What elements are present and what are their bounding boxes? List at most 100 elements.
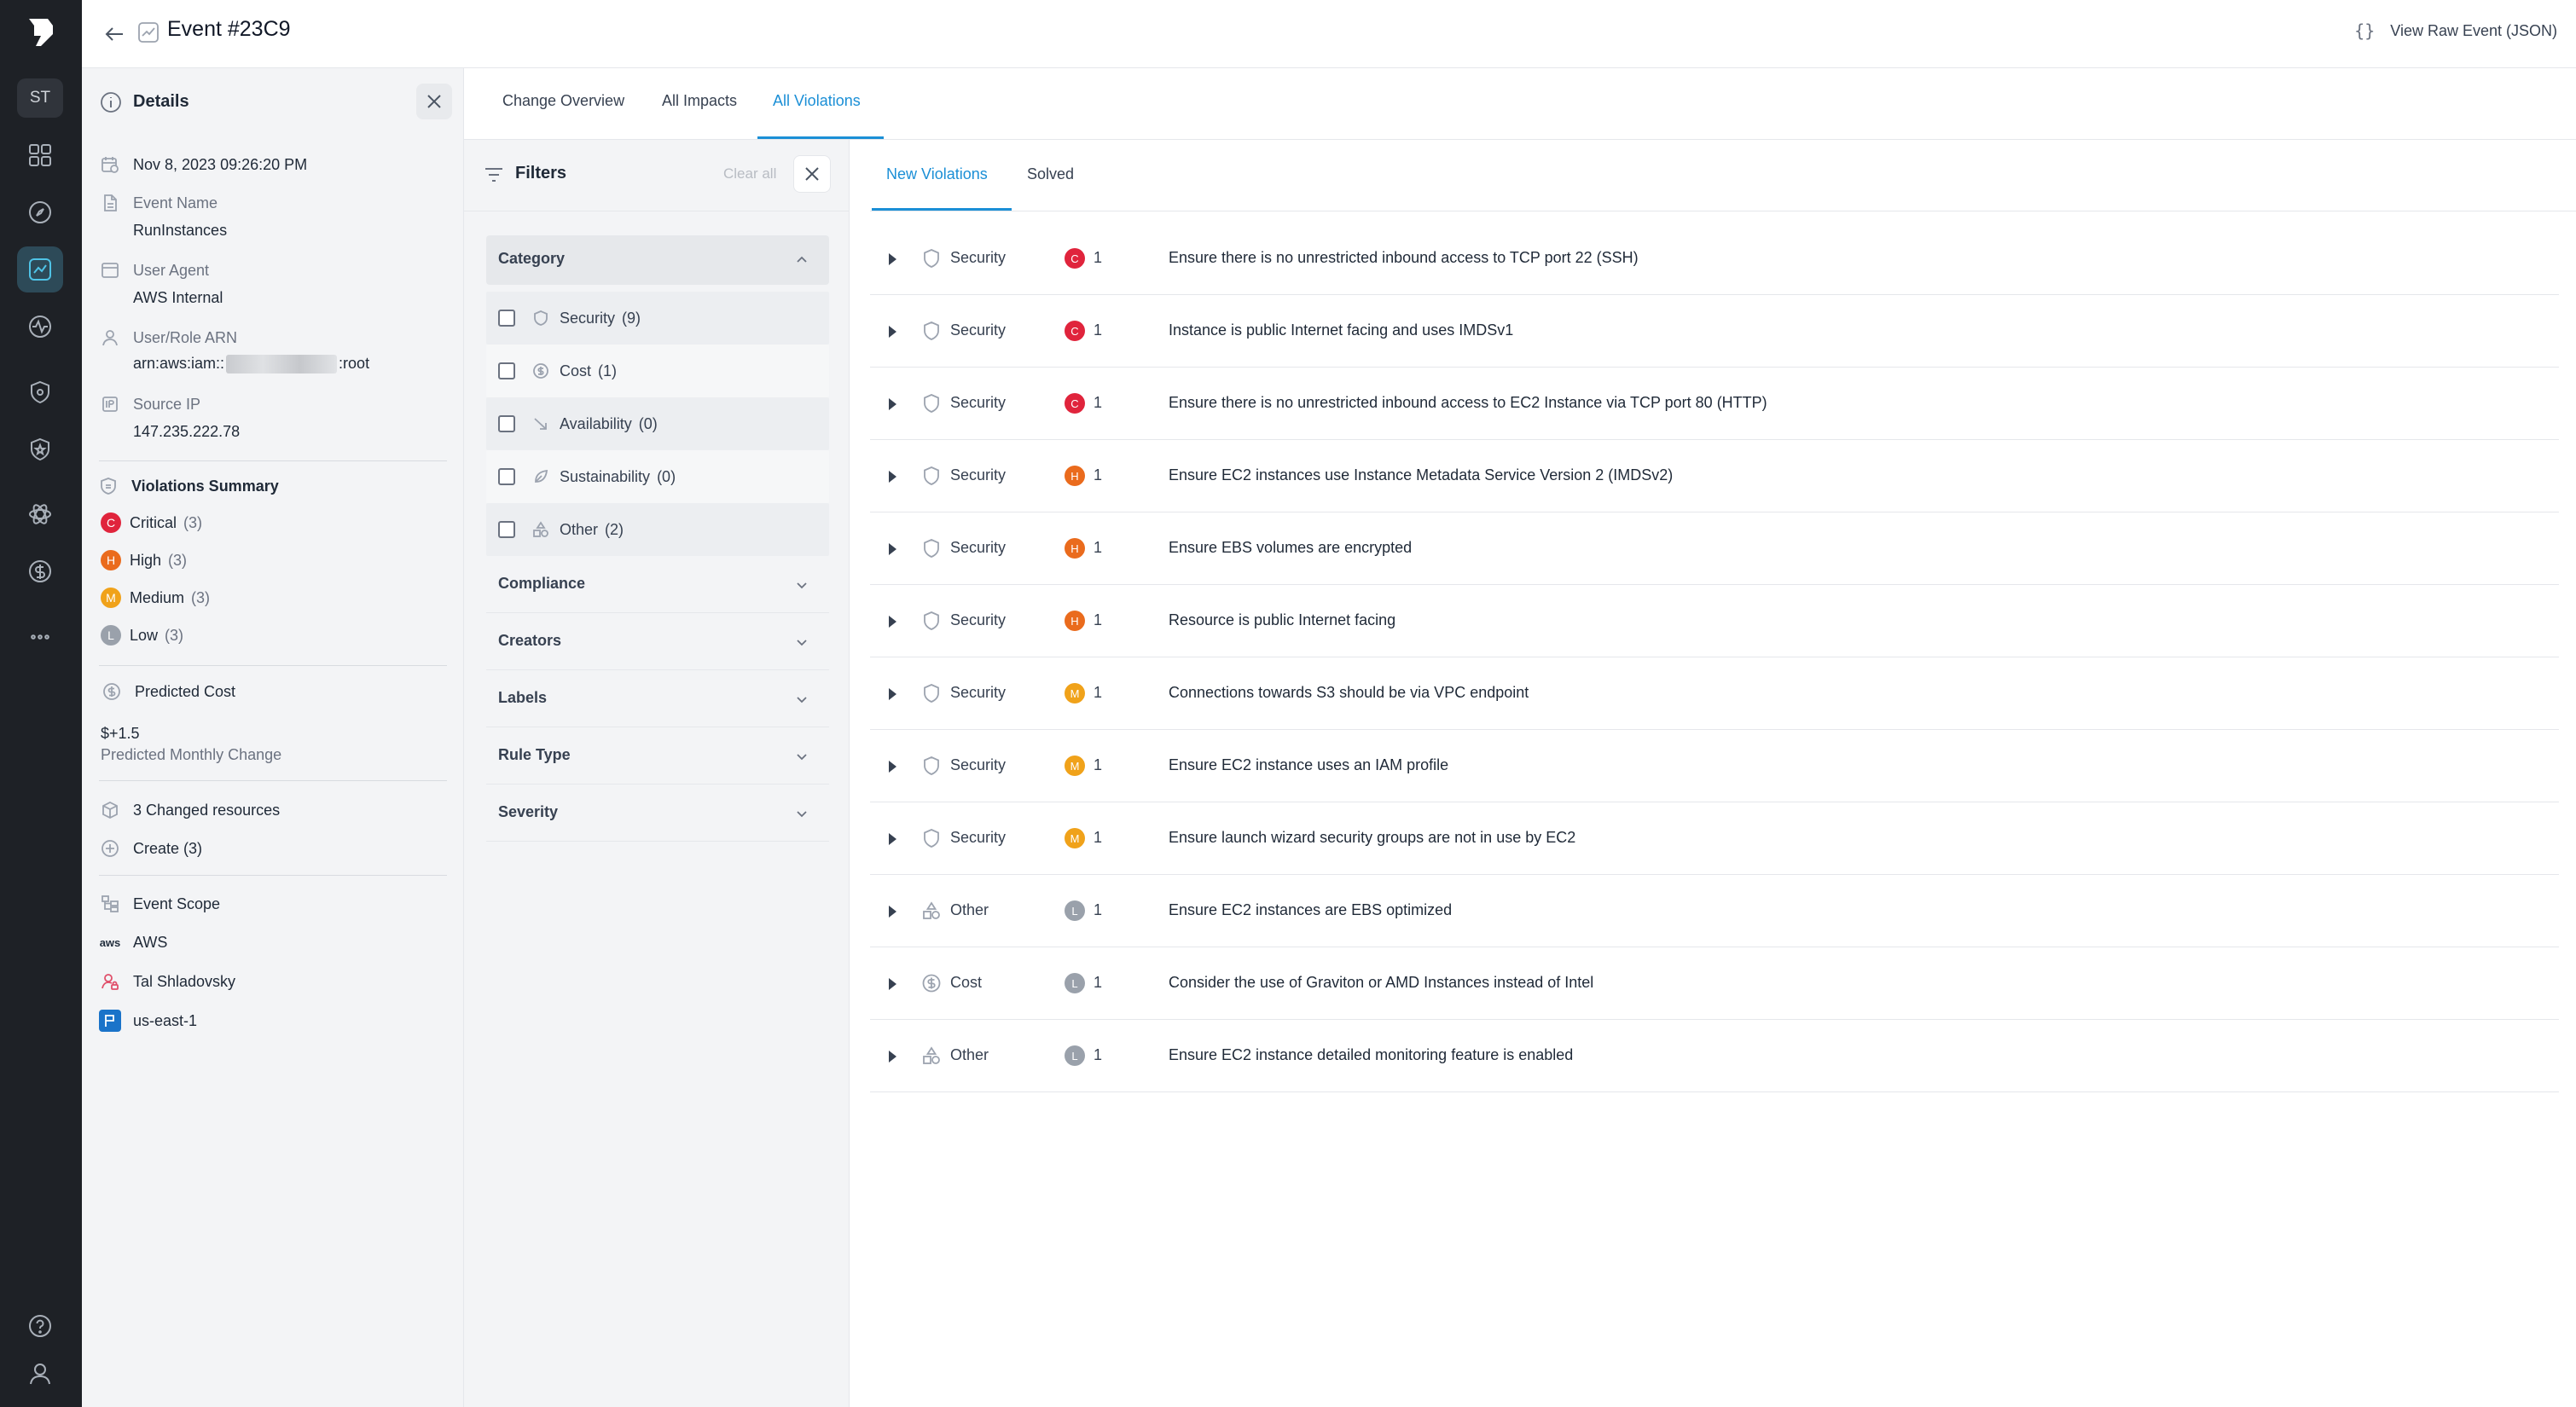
create-label: Create (3) (133, 839, 203, 857)
event-scope-row: Event Scope (99, 893, 220, 915)
facet-severity[interactable]: Severity (486, 785, 829, 842)
tab-all-violations[interactable]: All Violations (773, 92, 861, 110)
severity-low[interactable]: L Low (3) (101, 625, 183, 646)
category-facet-header[interactable]: Category (486, 235, 829, 285)
expand-caret-icon[interactable] (889, 978, 896, 990)
expand-caret-icon[interactable] (889, 253, 896, 265)
medium-badge: M (101, 588, 121, 608)
facet-label: Rule Type (498, 746, 571, 763)
facet-compliance[interactable]: Compliance (486, 556, 829, 613)
help-nav-icon[interactable] (17, 1303, 63, 1349)
violation-row[interactable]: Security M 1 Connections towards S3 should … (870, 657, 2559, 730)
expand-caret-icon[interactable] (889, 688, 896, 700)
scope-user: Tal Shladovsky (133, 972, 236, 990)
expand-caret-icon[interactable] (889, 1051, 896, 1062)
violation-row[interactable]: Security H 1 Ensure EBS volumes are encrypt… (870, 512, 2559, 585)
expand-caret-icon[interactable] (889, 761, 896, 773)
more-nav-icon[interactable] (17, 614, 63, 660)
shield-icon (921, 756, 942, 776)
expand-caret-icon[interactable] (889, 398, 896, 410)
violation-row[interactable]: Security M 1 Ensure launch wizard security … (870, 802, 2559, 875)
violation-row[interactable]: Security C 1 Ensure there is no unrestricte… (870, 223, 2559, 295)
expand-caret-icon[interactable] (889, 543, 896, 555)
user-lock-icon (99, 970, 121, 993)
badge-nav-icon[interactable] (17, 426, 63, 472)
user-agent-value: AWS Internal (133, 289, 223, 306)
event-timestamp: Nov 8, 2023 09:26:20 PM (133, 155, 308, 173)
expand-caret-icon[interactable] (889, 616, 896, 628)
violations-list: Security C 1 Ensure there is no unrestricte… (870, 223, 2559, 1092)
option-label: Security (560, 309, 616, 327)
tab-all-impacts[interactable]: All Impacts (662, 92, 737, 110)
expand-caret-icon[interactable] (889, 906, 896, 918)
dashboard-nav-icon[interactable] (17, 132, 63, 178)
timestamp-row: Nov 8, 2023 09:26:20 PM (99, 153, 307, 176)
source-ip-value: 147.235.222.78 (133, 423, 241, 440)
cube-icon (99, 799, 121, 821)
close-filters-button[interactable] (793, 155, 831, 193)
violation-row[interactable]: Security H 1 Ensure EC2 instances use Insta… (870, 440, 2559, 512)
integrations-nav-icon[interactable] (17, 491, 63, 537)
tab-new-violations[interactable]: New Violations (886, 165, 988, 183)
violation-description: Resource is public Internet facing (1169, 611, 1396, 628)
security-checkbox[interactable] (498, 310, 515, 327)
severity-medium[interactable]: M Medium (3) (101, 588, 210, 608)
events-nav-icon[interactable] (17, 246, 63, 292)
category-option-security[interactable]: Security (9) (486, 292, 829, 345)
availability-checkbox[interactable] (498, 415, 515, 432)
violations-summary-row: Violations Summary (97, 475, 279, 497)
violation-row[interactable]: Other L 1 Ensure EC2 instance detailed moni… (870, 1020, 2559, 1092)
activity-nav-icon[interactable] (17, 304, 63, 350)
user-nav-icon[interactable] (17, 1351, 63, 1397)
arn-prefix: arn:aws:iam:: (133, 355, 225, 372)
close-details-button[interactable] (416, 84, 452, 119)
active-tab-indicator (757, 136, 884, 139)
violation-row[interactable]: Security M 1 Ensure EC2 instance uses an IA… (870, 730, 2559, 802)
active-subtab-indicator (872, 208, 1012, 211)
aws-logo-icon: aws (99, 931, 121, 953)
violation-category: Cost (950, 974, 983, 991)
compass-nav-icon[interactable] (17, 189, 63, 235)
chevron-down-icon (797, 640, 807, 646)
violation-category: Security (950, 829, 1007, 846)
violation-row[interactable]: Security H 1 Resource is public Internet fa… (870, 585, 2559, 657)
severity-high[interactable]: H High (3) (101, 550, 187, 570)
violation-row[interactable]: Cost L 1 Consider the use of Graviton or AM… (870, 947, 2559, 1020)
dollar-icon (101, 680, 123, 703)
cost-checkbox[interactable] (498, 362, 515, 379)
category-option-sustainability[interactable]: Sustainability (0) (486, 450, 829, 503)
app-logo[interactable] (26, 15, 56, 49)
shield-icon (531, 308, 551, 328)
view-raw-event-link[interactable]: {} View Raw Event (JSON) (2354, 20, 2557, 41)
violation-count: 1 (1094, 756, 1103, 773)
account-avatar[interactable]: ST (17, 78, 63, 118)
shapes-icon (921, 1045, 942, 1066)
facet-label: Severity (498, 803, 559, 820)
category-option-cost[interactable]: Cost (1) (486, 345, 829, 397)
create-row[interactable]: Create (3) (99, 837, 202, 860)
facet-rule-type[interactable]: Rule Type (486, 727, 829, 785)
severity-critical[interactable]: C Critical (3) (101, 512, 202, 533)
tab-change-overview[interactable]: Change Overview (502, 92, 624, 110)
ip-icon (99, 393, 121, 415)
clear-all-button[interactable]: Clear all (723, 165, 776, 182)
redacted-account-id (226, 355, 338, 374)
expand-caret-icon[interactable] (889, 471, 896, 483)
category-option-availability[interactable]: Availability (0) (486, 397, 829, 450)
violation-row[interactable]: Security C 1 Ensure there is no unrestricte… (870, 368, 2559, 440)
plus-circle-icon (99, 837, 121, 860)
facet-creators[interactable]: Creators (486, 613, 829, 670)
expand-caret-icon[interactable] (889, 326, 896, 338)
back-arrow-icon[interactable] (101, 20, 128, 48)
violation-category: Security (950, 539, 1007, 556)
other-checkbox[interactable] (498, 521, 515, 538)
shield-nav-icon[interactable] (17, 369, 63, 415)
cost-nav-icon[interactable] (17, 548, 63, 594)
violation-row[interactable]: Other L 1 Ensure EC2 instances are EBS opti… (870, 875, 2559, 947)
sustainability-checkbox[interactable] (498, 468, 515, 485)
facet-labels[interactable]: Labels (486, 670, 829, 727)
tab-solved[interactable]: Solved (1027, 165, 1074, 183)
violation-row[interactable]: Security C 1 Instance is public Internet fa… (870, 295, 2559, 368)
category-option-other[interactable]: Other (2) (486, 503, 829, 556)
expand-caret-icon[interactable] (889, 833, 896, 845)
